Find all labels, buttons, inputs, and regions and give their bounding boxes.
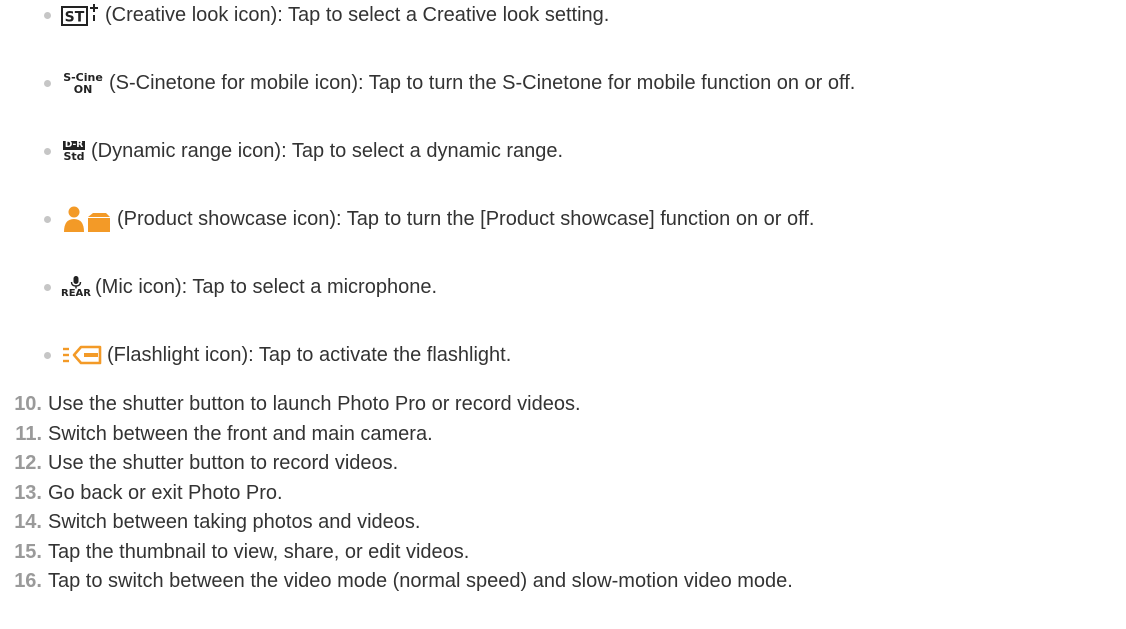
item-text: (Product showcase icon): Tap to turn the… [117, 207, 815, 230]
step-number: 16. [14, 570, 42, 593]
bullet-dot [44, 79, 51, 87]
list-item: (Flashlight icon): Tap to activate the f… [44, 340, 855, 370]
step-number: 13. [14, 481, 42, 504]
list-item: 16. Tap to switch between the video mode… [8, 567, 793, 597]
item-text: (Dynamic range icon): Tap to select a dy… [91, 139, 564, 162]
icon-description-list: ST (Creative look icon): Tap to select a… [44, 0, 855, 370]
bullet-dot [44, 215, 51, 223]
list-item: 12. Use the shutter button to record vid… [8, 449, 793, 479]
product-showcase-icon [61, 206, 113, 232]
step-text: Tap the thumbnail to view, share, or edi… [48, 540, 470, 563]
creative-look-icon: ST [61, 2, 101, 28]
list-item: 15. Tap the thumbnail to view, share, or… [8, 538, 793, 568]
step-text: Use the shutter button to launch Photo P… [48, 393, 581, 416]
icon-label-top: S-Cine [63, 70, 103, 84]
bullet-dot [44, 147, 51, 155]
icon-label: REAR [61, 287, 91, 299]
step-number: 14. [14, 511, 42, 534]
item-text: (S-Cinetone for mobile icon): Tap to tur… [109, 71, 856, 94]
step-number: 15. [14, 540, 42, 563]
flashlight-icon [61, 342, 103, 368]
item-text: (Flashlight icon): Tap to activate the f… [107, 343, 512, 366]
item-text: (Creative look icon): Tap to select a Cr… [105, 3, 610, 26]
icon-label-bottom: Std [63, 149, 85, 163]
icon-label-top: D-R [62, 139, 86, 150]
step-text: Switch between taking photos and videos. [48, 511, 421, 534]
list-item: 10. Use the shutter button to launch Pho… [8, 390, 793, 420]
microphone-glyph [70, 275, 82, 288]
step-number: 11. [15, 422, 42, 445]
list-item: 14. Switch between taking photos and vid… [8, 508, 793, 538]
item-text: (Mic icon): Tap to select a microphone. [95, 275, 438, 298]
step-number: 12. [14, 452, 42, 475]
bullet-dot [44, 283, 51, 291]
step-text: Switch between the front and main camera… [48, 422, 433, 445]
bullet-dot [44, 351, 51, 359]
list-item: D-R Std (Dynamic range icon): Tap to sel… [44, 136, 855, 166]
mic-icon: REAR [61, 274, 91, 300]
bullet-dot [44, 11, 51, 19]
step-number: 10. [14, 393, 42, 416]
list-item: REAR (Mic icon): Tap to select a microph… [44, 272, 855, 302]
svg-text:ST: ST [65, 10, 85, 26]
dynamic-range-icon: D-R Std [61, 138, 87, 164]
list-item: S-Cine ON (S-Cinetone for mobile icon): … [44, 68, 855, 98]
list-item: 13. Go back or exit Photo Pro. [8, 479, 793, 509]
numbered-step-list: 10. Use the shutter button to launch Pho… [8, 390, 793, 597]
step-text: Use the shutter button to record videos. [48, 452, 399, 475]
list-item: ST (Creative look icon): Tap to select a… [44, 0, 855, 30]
step-text: Go back or exit Photo Pro. [48, 481, 283, 504]
icon-label-bottom: ON [73, 82, 93, 96]
s-cinetone-icon: S-Cine ON [61, 70, 105, 96]
list-item: (Product showcase icon): Tap to turn the… [44, 204, 855, 234]
step-text: Tap to switch between the video mode (no… [48, 570, 793, 593]
list-item: 11. Switch between the front and main ca… [8, 420, 793, 450]
